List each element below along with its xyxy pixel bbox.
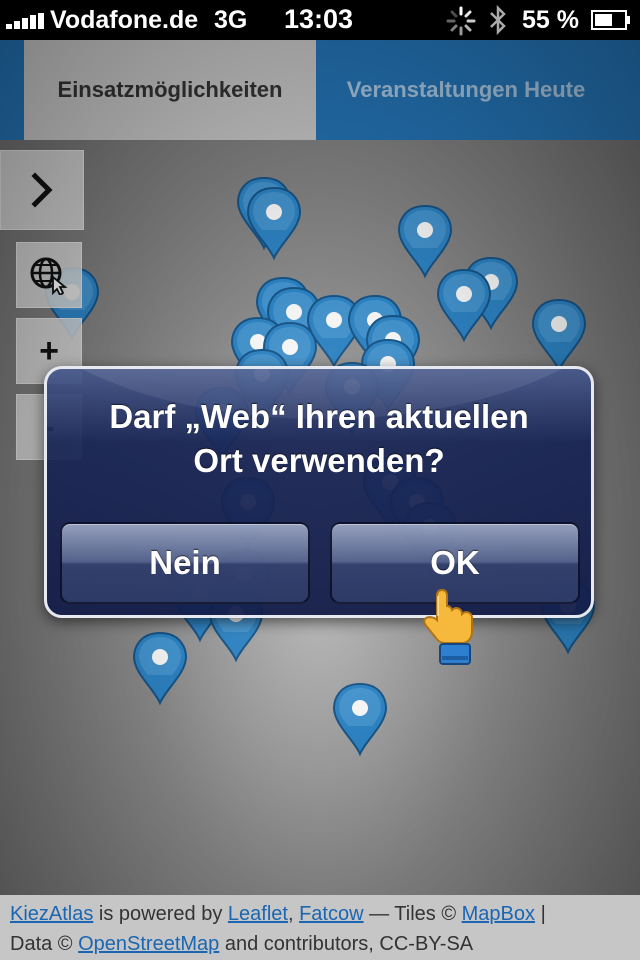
tiles-text: — Tiles © [363,903,462,925]
tab-bar: Einsatzmöglichkeiten Veranstaltungen Heu… [0,40,640,140]
map-marker[interactable] [398,205,452,277]
battery-icon [591,10,630,30]
kiezatlas-link[interactable]: KiezAtlas [10,903,93,925]
pointing-hand-icon [423,588,473,665]
powered-by-text: is powered by [93,903,228,925]
leaflet-link[interactable]: Leaflet [228,903,288,925]
expand-sidebar-button[interactable] [0,150,84,230]
dialog-message: Darf „Web“ Ihren aktuellen Ort verwenden… [67,395,571,483]
map-marker[interactable] [437,269,491,341]
battery-percent: 55 % [522,6,579,34]
network-type: 3G [214,6,248,34]
chevron-right-icon [31,172,53,208]
attribution-line-2: Data © OpenStreetMap and contributors, C… [10,929,630,959]
map-marker[interactable] [333,683,387,755]
locate-button[interactable] [16,242,82,308]
status-bar: Vodafone.de 3G 13:03 55 % [0,0,640,40]
openstreetmap-link[interactable]: OpenStreetMap [78,933,219,955]
globe-cursor-icon [30,257,68,295]
separator-comma: , [287,903,300,925]
activity-spinner-icon [446,6,476,36]
tab-einsatzmoeglichkeiten[interactable]: Einsatzmöglichkeiten [24,40,316,140]
fatcow-link[interactable]: Fatcow [299,903,363,925]
attribution-line-1: KiezAtlas is powered by Leaflet, Fatcow … [10,899,630,929]
dialog-message-line-1: Darf „Web“ Ihren aktuellen [109,398,529,435]
map-marker[interactable] [247,187,301,259]
mapbox-link[interactable]: MapBox [462,903,535,925]
bluetooth-icon [490,5,506,35]
separator-pipe: | [535,903,546,925]
deny-button[interactable]: Nein [60,522,310,604]
map-marker[interactable] [532,299,586,371]
contributors-text: and contributors, CC-BY-SA [219,933,474,955]
dialog-message-line-2: Ort verwenden? [193,442,445,479]
tab-veranstaltungen-heute[interactable]: Veranstaltungen Heute [316,40,616,140]
data-copyright-text: Data © [10,933,79,955]
signal-strength-icon [6,13,46,29]
carrier-name: Vodafone.de [50,6,199,34]
clock: 13:03 [284,4,354,34]
map-attribution: KiezAtlas is powered by Leaflet, Fatcow … [0,895,640,960]
map-marker[interactable] [133,632,187,704]
location-permission-dialog: Darf „Web“ Ihren aktuellen Ort verwenden… [44,366,594,618]
